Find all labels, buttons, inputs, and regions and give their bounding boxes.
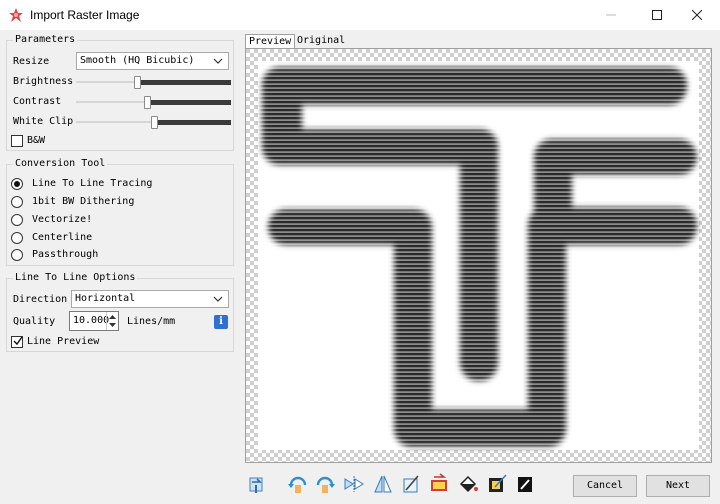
direction-select[interactable]: Horizontal (71, 290, 229, 308)
radio-label: Line To Line Tracing (32, 178, 153, 189)
window-title: Import Raster Image (30, 8, 140, 22)
cancel-button[interactable]: Cancel (573, 475, 637, 497)
info-icon[interactable]: i (214, 315, 228, 329)
resize-value: Smooth (HQ Bicubic) (80, 55, 195, 66)
app-logo-icon (9, 8, 23, 22)
quality-unit: Lines/mm (127, 316, 176, 327)
parameters-title: Parameters (13, 34, 78, 46)
flip-vertical-button[interactable] (372, 473, 394, 495)
chevron-down-icon (213, 58, 223, 64)
close-icon (692, 10, 702, 20)
spin-down-icon[interactable] (107, 321, 118, 330)
radio-vectorize[interactable]: Vectorize! (11, 214, 211, 228)
rotate-right-icon (316, 476, 335, 493)
minimize-icon (606, 14, 616, 16)
invert-icon (431, 473, 447, 491)
reset-icon (249, 477, 263, 493)
quality-value: 10.000 (73, 315, 110, 326)
rotate-left-icon (288, 476, 307, 493)
radio-label: Vectorize! (32, 214, 93, 225)
flip-horizontal-button[interactable] (343, 473, 365, 495)
white-clip-label: White Clip (13, 116, 74, 127)
line-color-icon (518, 477, 532, 492)
contrast-slider[interactable] (76, 96, 231, 109)
line-color-button[interactable] (514, 473, 536, 495)
direction-value: Horizontal (75, 293, 136, 304)
raster-preview-image (246, 49, 711, 462)
radio-1bit-dithering[interactable]: 1bit BW Dithering (11, 196, 211, 210)
radio-button[interactable] (11, 178, 23, 190)
resize-label: Resize (13, 56, 50, 67)
line-preview-label: Line Preview (27, 336, 100, 347)
brightness-slider[interactable] (76, 76, 231, 89)
reset-button[interactable] (246, 473, 268, 495)
rotate-left-button[interactable] (287, 473, 309, 495)
direction-label: Direction (13, 294, 68, 305)
line-options-group: Line To Line Options Direction Horizonta… (6, 272, 234, 352)
quality-spinbox[interactable]: 10.000 (69, 311, 119, 331)
spin-up-icon[interactable] (107, 312, 118, 321)
white-clip-slider[interactable] (76, 116, 231, 129)
radio-button[interactable] (11, 232, 23, 244)
slider-fill (151, 100, 231, 105)
bw-label: B&W (27, 135, 46, 146)
select-area-button[interactable] (486, 473, 508, 495)
slider-fill (141, 80, 231, 85)
radio-button[interactable] (11, 214, 23, 226)
conversion-tool-group: Conversion Tool Line To Line Tracing 1bi… (6, 158, 234, 266)
parameters-group: Parameters Resize Smooth (HQ Bicubic) Br… (6, 34, 234, 151)
invert-button[interactable] (428, 473, 450, 495)
radio-dot (14, 181, 20, 187)
contrast-label: Contrast (13, 96, 62, 107)
flip-horizontal-icon (344, 476, 364, 492)
title-bar: Import Raster Image (0, 0, 720, 30)
line-options-title: Line To Line Options (13, 272, 138, 284)
tab-original[interactable]: Original (294, 34, 348, 49)
line-preview-checkbox[interactable] (11, 336, 23, 348)
radio-label: 1bit BW Dithering (32, 196, 135, 207)
bw-checkbox[interactable] (11, 135, 23, 147)
spin-arrows[interactable] (106, 312, 118, 330)
quality-label: Quality (13, 316, 56, 327)
close-button[interactable] (674, 0, 720, 30)
radio-button[interactable] (11, 249, 23, 261)
slider-thumb[interactable] (134, 76, 141, 89)
minimize-button[interactable] (588, 0, 634, 30)
radio-button[interactable] (11, 196, 23, 208)
select-area-icon (489, 474, 507, 492)
radio-centerline[interactable]: Centerline (11, 232, 211, 246)
chevron-down-icon (213, 296, 223, 302)
slider-track (76, 101, 147, 103)
slider-track (76, 81, 137, 83)
next-button[interactable]: Next (646, 475, 710, 497)
slider-fill (158, 120, 231, 125)
rotate-right-button[interactable] (314, 473, 336, 495)
crop-button[interactable] (400, 473, 422, 495)
slider-thumb[interactable] (144, 96, 151, 109)
maximize-icon (652, 10, 662, 20)
radio-label: Centerline (32, 232, 93, 243)
checkmark-icon (13, 336, 23, 346)
conversion-tool-title: Conversion Tool (13, 158, 108, 170)
tab-preview[interactable]: Preview (245, 34, 296, 49)
brightness-label: Brightness (13, 76, 74, 87)
flip-vertical-icon (374, 475, 392, 493)
slider-track (76, 121, 154, 123)
preview-canvas[interactable] (245, 48, 712, 463)
radio-passthrough[interactable]: Passthrough (11, 249, 211, 263)
slider-thumb[interactable] (151, 116, 158, 129)
fill-bucket-button[interactable] (457, 473, 479, 495)
radio-line-to-line[interactable]: Line To Line Tracing (11, 178, 211, 192)
radio-label: Passthrough (32, 249, 99, 260)
fill-bucket-icon (459, 475, 478, 493)
resize-select[interactable]: Smooth (HQ Bicubic) (76, 52, 229, 70)
crop-icon (403, 475, 419, 493)
